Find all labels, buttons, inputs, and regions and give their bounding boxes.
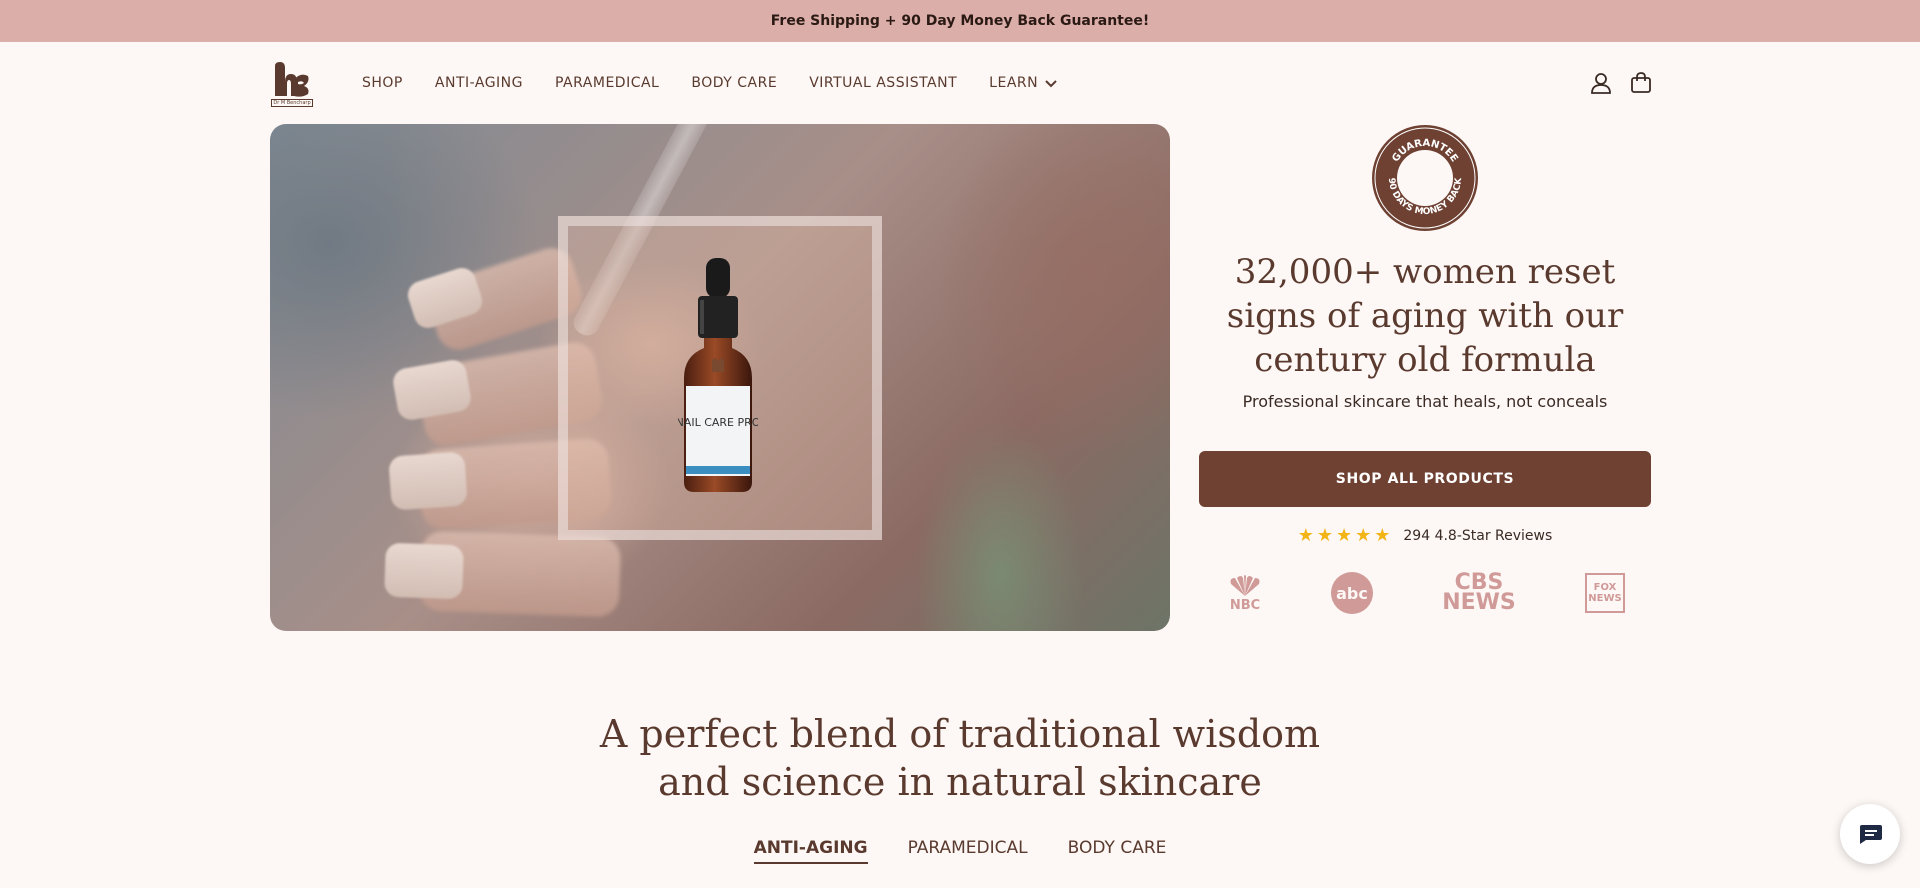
account-icon[interactable] — [1590, 72, 1612, 94]
fox-news-text: FOX NEWS — [1585, 573, 1625, 613]
hero-image: NAIL CARE PRO — [270, 124, 1170, 631]
brand-logo[interactable]: Dr M Bencharp — [270, 58, 314, 108]
tab-body-care[interactable]: BODY CARE — [1068, 838, 1167, 864]
category-tabs: ANTI-AGING PARAMEDICAL BODY CARE — [0, 838, 1920, 864]
serum-bottle-image: NAIL CARE PRO — [678, 258, 758, 492]
bottle-label: NAIL CARE PRO — [678, 416, 758, 429]
tab-paramedical[interactable]: PARAMEDICAL — [908, 838, 1028, 864]
nav-learn-label: LEARN — [989, 75, 1039, 91]
main-nav: SHOP ANTI-AGING PARAMEDICAL BODY CARE VI… — [362, 75, 1090, 91]
tab-anti-aging[interactable]: ANTI-AGING — [753, 838, 868, 864]
star-rating-icon: ★★★★★ — [1297, 525, 1394, 545]
hero-subline: Professional skincare that heals, not co… — [1242, 392, 1608, 411]
nav-body-care[interactable]: BODY CARE — [691, 75, 777, 91]
nav-anti-aging[interactable]: ANTI-AGING — [435, 75, 523, 91]
nav-paramedical[interactable]: PARAMEDICAL — [555, 75, 659, 91]
nav-shop[interactable]: SHOP — [362, 75, 403, 91]
announcement-bar: Free Shipping + 90 Day Money Back Guaran… — [0, 0, 1920, 42]
cart-icon[interactable] — [1630, 72, 1652, 94]
nav-virtual-assistant[interactable]: VIRTUAL ASSISTANT — [809, 75, 957, 91]
section-title: A perfect blend of traditional wisdom an… — [0, 710, 1920, 806]
nbc-text: NBC — [1229, 597, 1261, 613]
logo-subtext: Dr M Bencharp — [271, 98, 313, 107]
abc-logo: abc — [1331, 572, 1373, 614]
cbs-news-text: CBS NEWS — [1442, 570, 1516, 615]
chevron-down-icon — [1045, 80, 1057, 88]
chat-button[interactable] — [1840, 804, 1900, 864]
section-title-line-2: and science in natural skincare — [658, 760, 1262, 804]
abc-text: abc — [1331, 572, 1373, 614]
fox-news-logo: FOX NEWS — [1585, 573, 1625, 613]
hero-panel: GUARANTEE 90 DAYS MONEY BACK 32,000+ wom… — [1199, 124, 1651, 614]
cbs-news-logo: CBS NEWS — [1439, 570, 1519, 615]
reviews-text: 294 4.8-Star Reviews — [1403, 527, 1553, 544]
reviews-summary[interactable]: ★★★★★ 294 4.8-Star Reviews — [1298, 525, 1553, 546]
site-header: Dr M Bencharp SHOP ANTI-AGING PARAMEDICA… — [0, 42, 1920, 124]
section-title-line-1: A perfect blend of traditional wisdom — [599, 712, 1321, 756]
nbc-logo: NBC — [1225, 574, 1265, 613]
hero-headline: 32,000+ women reset signs of aging with … — [1226, 252, 1624, 380]
guarantee-badge-icon: GUARANTEE 90 DAYS MONEY BACK — [1372, 125, 1478, 231]
announcement-text: Free Shipping + 90 Day Money Back Guaran… — [770, 13, 1150, 29]
chat-icon — [1860, 825, 1882, 844]
nav-learn[interactable]: LEARN — [989, 75, 1058, 91]
header-actions — [1590, 42, 1652, 124]
press-logos: NBC abc CBS NEWS FOX NEWS — [1225, 572, 1625, 614]
mb-logo-icon — [275, 61, 309, 97]
shop-all-products-button[interactable]: SHOP ALL PRODUCTS — [1199, 451, 1651, 507]
